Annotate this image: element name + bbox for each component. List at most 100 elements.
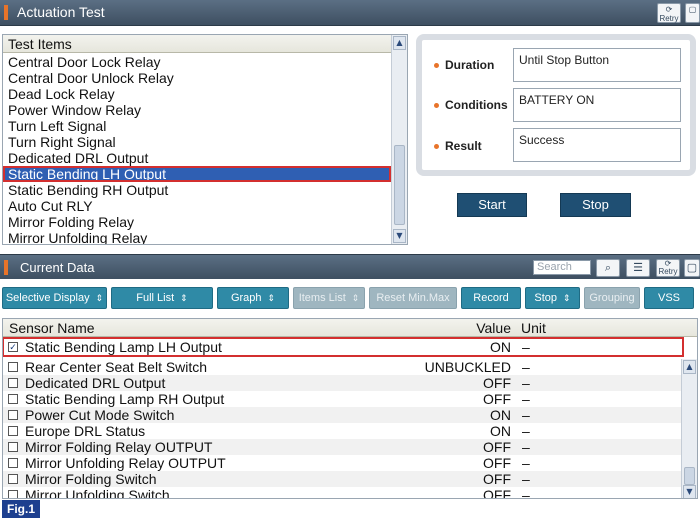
scroll-thumb[interactable]: [684, 467, 695, 485]
sensor-row[interactable]: Mirror Folding Switch OFF –: [3, 471, 683, 487]
sensor-row[interactable]: Dedicated DRL Output OFF –: [3, 375, 683, 391]
scroll-down-icon[interactable]: ▼: [393, 229, 406, 243]
test-item[interactable]: Static Bending LH Output: [3, 166, 391, 182]
unchecked-checkbox-icon[interactable]: [8, 394, 18, 404]
sensor-unit: –: [522, 407, 530, 423]
sensor-unit: –: [522, 423, 530, 439]
window-menu-icon[interactable]: ▢: [684, 259, 700, 277]
duration-label: Duration: [434, 58, 494, 72]
test-items-panel: Test Items Central Door Lock Relay Centra…: [2, 34, 408, 245]
updown-chevron-icon: ⇕: [180, 293, 188, 303]
start-button[interactable]: Start: [457, 193, 527, 217]
sensor-row[interactable]: Mirror Unfolding Relay OUTPUT OFF –: [3, 455, 683, 471]
sensor-row[interactable]: Mirror Folding Relay OUTPUT OFF –: [3, 439, 683, 455]
test-item[interactable]: Turn Right Signal: [3, 134, 391, 150]
sensor-unit: –: [522, 375, 530, 391]
current-data-title: Current Data: [20, 260, 95, 275]
graph-button[interactable]: Graph ⇕: [217, 287, 289, 309]
test-items-list: Central Door Lock Relay Central Door Unlo…: [3, 54, 391, 244]
table-header-corner: [683, 319, 697, 337]
sensor-row[interactable]: Europe DRL Status ON –: [3, 423, 683, 439]
result-label: Result: [434, 139, 482, 153]
sensor-unit: –: [522, 339, 530, 355]
sensor-unit: –: [522, 359, 530, 375]
test-item[interactable]: Central Door Lock Relay: [3, 54, 391, 70]
unchecked-checkbox-icon[interactable]: [8, 490, 18, 498]
scroll-thumb[interactable]: [394, 145, 405, 225]
conditions-label: Conditions: [434, 98, 508, 112]
actuation-test-titlebar: Actuation Test ⟳ Retry ▢: [0, 0, 700, 26]
sensor-value: ON: [490, 423, 511, 439]
test-item[interactable]: Dead Lock Relay: [3, 86, 391, 102]
sensor-name: Europe DRL Status: [25, 423, 146, 439]
window-title: Actuation Test: [17, 4, 105, 20]
bullet-icon: [434, 144, 439, 150]
sensor-unit: –: [522, 455, 530, 471]
test-item[interactable]: Central Door Unlock Relay: [3, 70, 391, 86]
sensor-name: Static Bending Lamp RH Output: [25, 391, 225, 407]
test-item[interactable]: Turn Left Signal: [3, 118, 391, 134]
sensor-value: UNBUCKLED: [424, 359, 511, 375]
title-marker: [4, 260, 8, 275]
sensor-name: Mirror Unfolding Relay OUTPUT: [25, 455, 226, 471]
reset-min-max-button[interactable]: Reset Min.Max: [369, 287, 457, 309]
search-input[interactable]: Search: [533, 260, 591, 275]
sensor-row[interactable]: Rear Center Seat Belt Switch UNBUCKLED –: [3, 359, 683, 375]
window-menu-icon[interactable]: ▢: [685, 3, 700, 23]
record-button[interactable]: Record: [461, 287, 521, 309]
scroll-up-icon[interactable]: ▲: [683, 360, 696, 374]
full-list-button[interactable]: Full List ⇕: [111, 287, 213, 309]
test-item[interactable]: Dedicated DRL Output: [3, 150, 391, 166]
retry-button[interactable]: ⟳ Retry: [657, 3, 681, 23]
grouping-button[interactable]: Grouping: [584, 287, 640, 309]
unchecked-checkbox-icon[interactable]: [8, 474, 18, 484]
sensor-row[interactable]: Static Bending Lamp RH Output OFF –: [3, 391, 683, 407]
sensor-value: OFF: [483, 471, 511, 487]
sensor-unit: –: [522, 391, 530, 407]
stop-data-button[interactable]: Stop ⇕: [525, 287, 580, 309]
value-header[interactable]: Value: [397, 319, 515, 337]
sensor-name: Mirror Folding Relay OUTPUT: [25, 439, 213, 455]
figure-label: Fig.1: [2, 500, 40, 518]
scroll-down-icon[interactable]: ▼: [683, 485, 696, 498]
sensor-name-header[interactable]: Sensor Name: [3, 319, 397, 337]
test-item[interactable]: Static Bending RH Output: [3, 182, 391, 198]
current-data-toolbar: Selective Display ⇕ Full List ⇕ Graph ⇕ Ite…: [0, 284, 700, 312]
unchecked-checkbox-icon[interactable]: [8, 362, 18, 372]
test-items-scrollbar[interactable]: ▲ ▼: [391, 35, 407, 244]
retry-icon: ⟳: [665, 5, 673, 14]
sensor-name: Mirror Folding Switch: [25, 471, 157, 487]
items-list-button[interactable]: Items List ⇕: [293, 287, 365, 309]
sensor-row[interactable]: Mirror Unfolding Switch OFF –: [3, 487, 683, 499]
updown-chevron-icon: ⇕: [267, 293, 276, 303]
stop-button[interactable]: Stop: [560, 193, 631, 217]
sensor-data-table: Sensor Name Value Unit ✓ Static Bending …: [2, 318, 698, 499]
sensor-table-scrollbar[interactable]: ▲ ▼: [681, 359, 697, 498]
conditions-value: BATTERY ON: [513, 88, 681, 122]
sensor-unit: –: [522, 487, 530, 499]
test-item[interactable]: Auto Cut RLY: [3, 198, 391, 214]
current-data-retry-button[interactable]: ⟳ Retry: [656, 259, 680, 277]
sensor-name: Power Cut Mode Switch: [25, 407, 175, 423]
list-view-icon[interactable]: ☰: [626, 259, 650, 277]
selective-display-button[interactable]: Selective Display ⇕: [2, 287, 107, 309]
updown-chevron-icon: ⇕: [95, 293, 104, 303]
title-marker: [4, 5, 8, 20]
test-item[interactable]: Power Window Relay: [3, 102, 391, 118]
unchecked-checkbox-icon[interactable]: [8, 442, 18, 452]
retry-label: Retry: [659, 14, 679, 23]
unchecked-checkbox-icon[interactable]: [8, 426, 18, 436]
unit-header[interactable]: Unit: [515, 319, 683, 337]
unchecked-checkbox-icon[interactable]: [8, 410, 18, 420]
test-item[interactable]: Mirror Unfolding Relay: [3, 230, 391, 244]
test-item[interactable]: Mirror Folding Relay: [3, 214, 391, 230]
search-icon[interactable]: ⌕: [596, 259, 620, 277]
scroll-up-icon[interactable]: ▲: [393, 36, 406, 50]
unchecked-checkbox-icon[interactable]: [8, 458, 18, 468]
pinned-sensor-row[interactable]: ✓ Static Bending Lamp LH Output ON –: [3, 337, 684, 357]
sensor-unit: –: [522, 471, 530, 487]
vss-button[interactable]: VSS: [644, 287, 694, 309]
unchecked-checkbox-icon[interactable]: [8, 378, 18, 388]
sensor-row[interactable]: Power Cut Mode Switch ON –: [3, 407, 683, 423]
checked-checkbox-icon[interactable]: ✓: [8, 342, 18, 352]
